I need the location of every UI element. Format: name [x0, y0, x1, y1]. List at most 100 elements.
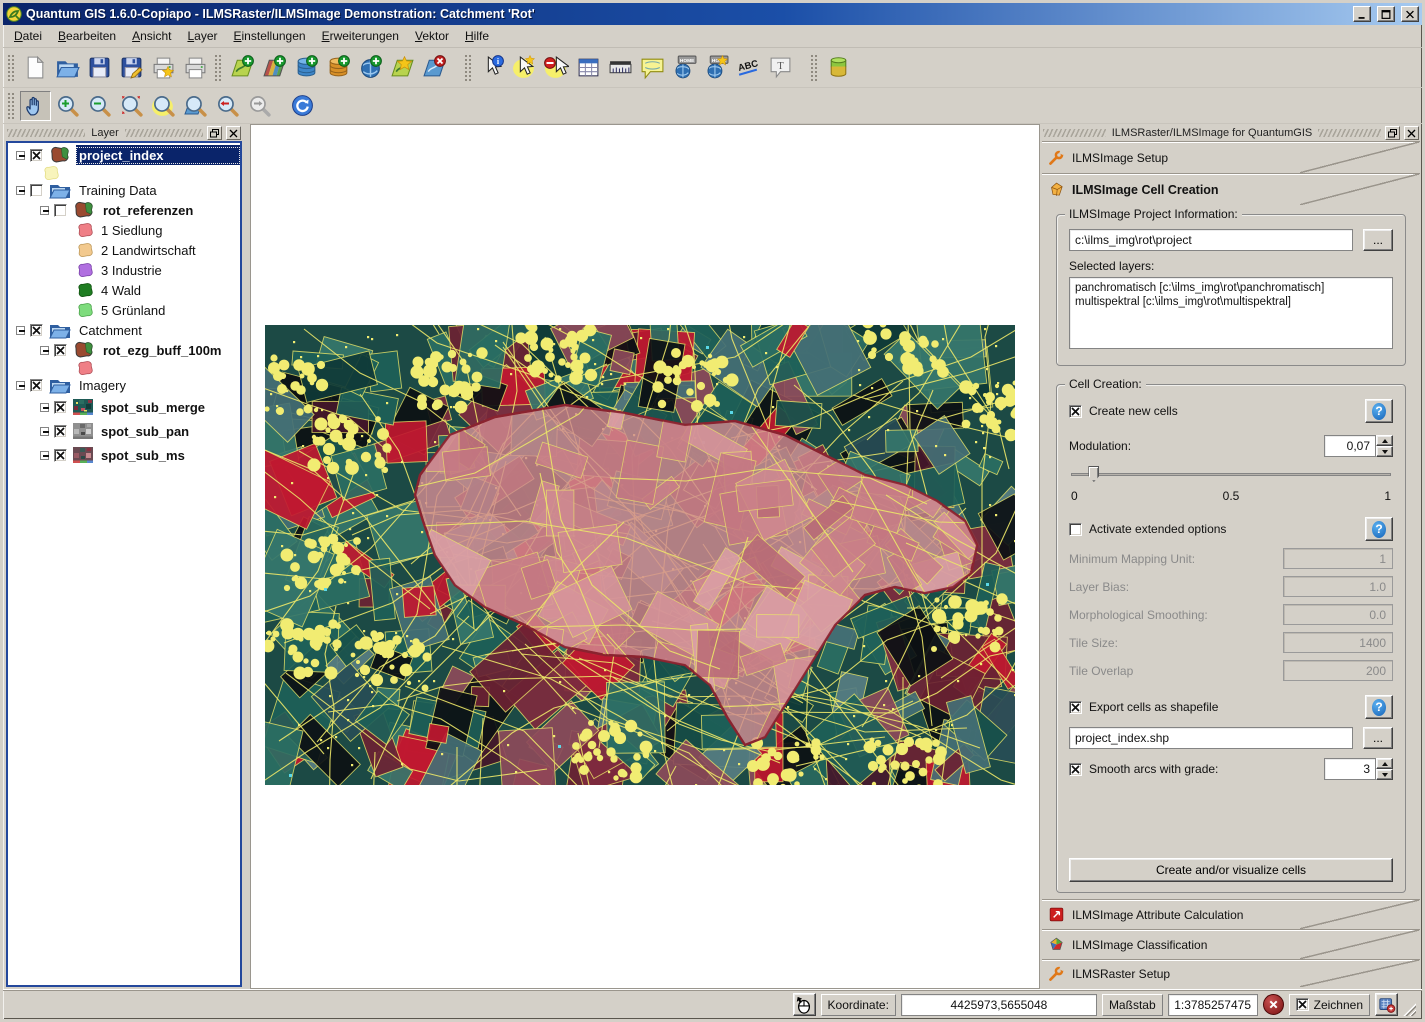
new-project-button[interactable] — [20, 53, 51, 83]
zoom-to-home-button[interactable] — [669, 53, 700, 83]
layer-item-symbol[interactable] — [10, 165, 240, 180]
text-annotation-button[interactable] — [765, 53, 796, 83]
layer-item-spot_sub_pan[interactable]: spot_sub_pan — [10, 419, 240, 443]
expander-icon[interactable] — [40, 206, 49, 215]
menu-datei[interactable]: Datei — [7, 27, 49, 45]
activate-extended-options-checkbox[interactable]: Activate extended options — [1069, 522, 1226, 536]
visibility-checkbox[interactable] — [30, 324, 43, 337]
save-project-button[interactable] — [84, 53, 115, 83]
create-visualize-cells-button[interactable]: Create and/or visualize cells — [1069, 858, 1393, 882]
browse-shapefile-button[interactable]: ... — [1363, 727, 1393, 749]
stop-rendering-button[interactable] — [1263, 994, 1284, 1015]
float-panel-button[interactable] — [207, 126, 222, 140]
menu-bearbeiten[interactable]: Bearbeiten — [51, 27, 123, 45]
expander-icon[interactable] — [16, 186, 25, 195]
remove-layer-button[interactable] — [419, 53, 450, 83]
shapefile-name-input[interactable] — [1069, 727, 1353, 749]
visibility-checkbox[interactable] — [54, 425, 67, 438]
select-features-button[interactable] — [509, 53, 540, 83]
menu-erweiterungen[interactable]: Erweiterungen — [315, 27, 406, 45]
add-vector-layer-button[interactable] — [227, 53, 258, 83]
resize-grip[interactable] — [1403, 1003, 1416, 1016]
menu-hilfe[interactable]: Hilfe — [458, 27, 496, 45]
expander-icon[interactable] — [16, 326, 25, 335]
add-postgis-layer-button[interactable] — [291, 53, 322, 83]
selected-layer-item[interactable]: panchromatisch [c:\ilms_img\rot\panchrom… — [1075, 281, 1387, 295]
selected-layers-list[interactable]: panchromatisch [c:\ilms_img\rot\panchrom… — [1069, 277, 1393, 349]
menu-vektor[interactable]: Vektor — [408, 27, 456, 45]
close-panel-button[interactable] — [226, 126, 241, 140]
zoom-out-button[interactable] — [84, 91, 115, 121]
browse-project-button[interactable]: ... — [1363, 229, 1393, 251]
scale-input[interactable] — [1168, 994, 1258, 1016]
layer-item-5-grünland[interactable]: 5 Grünland — [10, 300, 240, 320]
layer-item-rot_ezg_buff_100m[interactable]: rot_ezg_buff_100m — [10, 340, 240, 360]
smooth-arcs-checkbox[interactable]: Smooth arcs with grade: — [1069, 762, 1218, 776]
expander-icon[interactable] — [40, 403, 49, 412]
new-shapefile-layer-button[interactable] — [387, 53, 418, 83]
toolbar-drag-handle[interactable] — [465, 55, 471, 81]
expander-icon[interactable] — [16, 151, 25, 160]
layer-item-4-wald[interactable]: 4 Wald — [10, 280, 240, 300]
deselect-features-button[interactable] — [541, 53, 572, 83]
export-cells-checkbox[interactable]: Export cells as shapefile — [1069, 700, 1218, 714]
save-project-as-button[interactable] — [116, 53, 147, 83]
toggle-mouse-tracking-button[interactable] — [793, 993, 816, 1016]
modulation-spinbox[interactable] — [1324, 435, 1393, 457]
add-spatialite-layer-button[interactable] — [323, 53, 354, 83]
layer-item-project_index[interactable]: project_index — [10, 145, 240, 165]
menu-einstellungen[interactable]: Einstellungen — [227, 27, 313, 45]
zoom-last-button[interactable] — [212, 91, 243, 121]
coordinate-input[interactable] — [901, 994, 1097, 1016]
smooth-grade-spinbox[interactable] — [1324, 758, 1393, 780]
layer-item-spot_sub_merge[interactable]: spot_sub_merge — [10, 395, 240, 419]
panel-splitter[interactable] — [243, 124, 250, 989]
layer-item-spot_sub_ms[interactable]: spot_sub_ms — [10, 443, 240, 467]
visibility-checkbox[interactable] — [54, 204, 67, 217]
minimize-button[interactable] — [1353, 6, 1371, 22]
zoom-to-selection-button[interactable] — [148, 91, 179, 121]
measure-line-button[interactable] — [605, 53, 636, 83]
visibility-checkbox[interactable] — [54, 449, 67, 462]
layer-item-catchment[interactable]: Catchment — [10, 320, 240, 340]
layer-item-1-siedlung[interactable]: 1 Siedlung — [10, 220, 240, 240]
help-create-cells-button[interactable]: ? — [1365, 399, 1393, 423]
tab-ilmsraster-setup[interactable]: ILMSRaster Setup — [1042, 959, 1420, 987]
menu-ansicht[interactable]: Ansicht — [125, 27, 178, 45]
zoom-next-button[interactable] — [244, 91, 275, 121]
open-attribute-table-button[interactable] — [573, 53, 604, 83]
map-canvas[interactable] — [250, 124, 1040, 989]
close-button[interactable] — [1401, 6, 1419, 22]
zoom-to-layer-button[interactable] — [180, 91, 211, 121]
expander-icon[interactable] — [16, 381, 25, 390]
layer-item-imagery[interactable]: Imagery — [10, 375, 240, 395]
layer-item-rot_referenzen[interactable]: rot_referenzen — [10, 200, 240, 220]
ilms-panel-header[interactable]: ILMSRaster/ILMSImage for QuantumGIS — [1042, 125, 1420, 141]
toolbar-drag-handle[interactable] — [8, 93, 14, 119]
zoom-in-button[interactable] — [52, 91, 83, 121]
zoom-full-extent-button[interactable] — [116, 91, 147, 121]
crs-status-button[interactable] — [1375, 993, 1398, 1016]
maximize-button[interactable] — [1377, 6, 1395, 22]
spin-up-button[interactable] — [1376, 435, 1393, 446]
toolbar-drag-handle[interactable] — [8, 55, 14, 81]
tab-ilmsimage-attribute-calculation[interactable]: ILMSImage Attribute Calculation — [1042, 899, 1420, 929]
project-path-input[interactable] — [1069, 229, 1353, 251]
refresh-map-button[interactable] — [287, 91, 318, 121]
map-image[interactable] — [265, 325, 1015, 785]
help-extended-options-button[interactable]: ? — [1365, 517, 1393, 541]
render-checkbox[interactable]: Zeichnen — [1289, 994, 1370, 1016]
pan-map-button[interactable] — [20, 91, 51, 121]
toolbar-drag-handle[interactable] — [811, 55, 817, 81]
spin-up-button[interactable] — [1376, 758, 1393, 769]
print-composers-button[interactable] — [180, 53, 211, 83]
layer-item-2-landwirtschaft[interactable]: 2 Landwirtschaft — [10, 240, 240, 260]
spin-down-button[interactable] — [1376, 769, 1393, 780]
layer-item-symbol[interactable] — [10, 360, 240, 375]
map-tips-button[interactable] — [637, 53, 668, 83]
db-manager-button[interactable] — [823, 53, 854, 83]
selected-layer-item[interactable]: multispektral [c:\ilms_img\rot\multispek… — [1075, 295, 1387, 309]
tab-ilmsimage-cell-creation[interactable]: ILMSImage Cell Creation — [1042, 173, 1420, 205]
modulation-slider[interactable] — [1071, 465, 1391, 483]
help-export-cells-button[interactable]: ? — [1365, 695, 1393, 719]
